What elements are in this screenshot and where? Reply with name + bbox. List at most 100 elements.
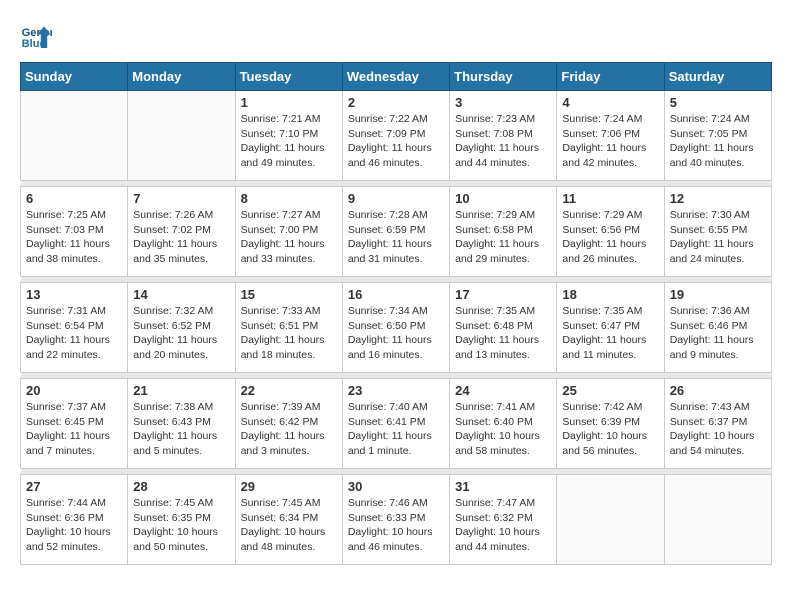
header-thursday: Thursday: [450, 63, 557, 91]
day-info: Sunrise: 7:47 AMSunset: 6:32 PMDaylight:…: [455, 496, 551, 555]
day-info: Sunrise: 7:30 AMSunset: 6:55 PMDaylight:…: [670, 208, 766, 267]
day-cell: 29Sunrise: 7:45 AMSunset: 6:34 PMDayligh…: [235, 475, 342, 565]
day-info: Sunrise: 7:33 AMSunset: 6:51 PMDaylight:…: [241, 304, 337, 363]
day-number: 5: [670, 95, 766, 110]
logo-icon: General Blue: [20, 20, 52, 52]
day-cell: 2 Sunrise: 7:22 AMSunset: 7:09 PMDaylight…: [342, 91, 449, 181]
day-number: 10: [455, 191, 551, 206]
header-tuesday: Tuesday: [235, 63, 342, 91]
day-info: Sunrise: 7:25 AMSunset: 7:03 PMDaylight:…: [26, 208, 122, 267]
day-info: Sunrise: 7:39 AMSunset: 6:42 PMDaylight:…: [241, 400, 337, 459]
day-cell: [664, 475, 771, 565]
days-header-row: SundayMondayTuesdayWednesdayThursdayFrid…: [21, 63, 772, 91]
page-header: General Blue: [20, 20, 772, 52]
header-sunday: Sunday: [21, 63, 128, 91]
week-row-3: 13 Sunrise: 7:31 AMSunset: 6:54 PMDayligh…: [21, 283, 772, 373]
day-cell: 10Sunrise: 7:29 AMSunset: 6:58 PMDayligh…: [450, 187, 557, 277]
day-cell: 17 Sunrise: 7:35 AMSunset: 6:48 PMDayligh…: [450, 283, 557, 373]
day-cell: [21, 91, 128, 181]
day-cell: 12 Sunrise: 7:30 AMSunset: 6:55 PMDayligh…: [664, 187, 771, 277]
day-number: 15: [241, 287, 337, 302]
logo: General Blue: [20, 20, 56, 52]
week-row-1: 1 Sunrise: 7:21 AMSunset: 7:10 PMDaylight…: [21, 91, 772, 181]
day-cell: 19 Sunrise: 7:36 AMSunset: 6:46 PMDayligh…: [664, 283, 771, 373]
day-info: Sunrise: 7:34 AMSunset: 6:50 PMDaylight:…: [348, 304, 444, 363]
day-cell: 8 Sunrise: 7:27 AMSunset: 7:00 PMDaylight…: [235, 187, 342, 277]
day-cell: 14 Sunrise: 7:32 AMSunset: 6:52 PMDayligh…: [128, 283, 235, 373]
day-number: 1: [241, 95, 337, 110]
day-info: Sunrise: 7:35 AMSunset: 6:47 PMDaylight:…: [562, 304, 658, 363]
day-info: Sunrise: 7:29 AMSunset: 6:56 PMDaylight:…: [562, 208, 658, 267]
day-cell: 22 Sunrise: 7:39 AMSunset: 6:42 PMDayligh…: [235, 379, 342, 469]
day-number: 20: [26, 383, 122, 398]
day-info: Sunrise: 7:24 AMSunset: 7:05 PMDaylight:…: [670, 112, 766, 171]
day-number: 19: [670, 287, 766, 302]
day-number: 7: [133, 191, 229, 206]
day-cell: 3 Sunrise: 7:23 AMSunset: 7:08 PMDaylight…: [450, 91, 557, 181]
day-info: Sunrise: 7:32 AMSunset: 6:52 PMDaylight:…: [133, 304, 229, 363]
day-cell: 15 Sunrise: 7:33 AMSunset: 6:51 PMDayligh…: [235, 283, 342, 373]
day-number: 9: [348, 191, 444, 206]
day-info: Sunrise: 7:31 AMSunset: 6:54 PMDaylight:…: [26, 304, 122, 363]
day-info: Sunrise: 7:38 AMSunset: 6:43 PMDaylight:…: [133, 400, 229, 459]
day-cell: 31Sunrise: 7:47 AMSunset: 6:32 PMDayligh…: [450, 475, 557, 565]
day-number: 12: [670, 191, 766, 206]
day-number: 17: [455, 287, 551, 302]
day-number: 14: [133, 287, 229, 302]
day-info: Sunrise: 7:23 AMSunset: 7:08 PMDaylight:…: [455, 112, 551, 171]
day-number: 4: [562, 95, 658, 110]
header-wednesday: Wednesday: [342, 63, 449, 91]
day-cell: 16 Sunrise: 7:34 AMSunset: 6:50 PMDayligh…: [342, 283, 449, 373]
day-cell: 6 Sunrise: 7:25 AMSunset: 7:03 PMDaylight…: [21, 187, 128, 277]
day-cell: [128, 91, 235, 181]
day-info: Sunrise: 7:42 AMSunset: 6:39 PMDaylight:…: [562, 400, 658, 459]
day-cell: 21 Sunrise: 7:38 AMSunset: 6:43 PMDayligh…: [128, 379, 235, 469]
day-number: 16: [348, 287, 444, 302]
day-number: 26: [670, 383, 766, 398]
day-cell: [557, 475, 664, 565]
day-cell: 11 Sunrise: 7:29 AMSunset: 6:56 PMDayligh…: [557, 187, 664, 277]
day-number: 29: [241, 479, 337, 494]
day-number: 8: [241, 191, 337, 206]
day-info: Sunrise: 7:44 AMSunset: 6:36 PMDaylight:…: [26, 496, 122, 555]
day-info: Sunrise: 7:37 AMSunset: 6:45 PMDaylight:…: [26, 400, 122, 459]
day-info: Sunrise: 7:45 AMSunset: 6:35 PMDaylight:…: [133, 496, 229, 555]
header-friday: Friday: [557, 63, 664, 91]
day-info: Sunrise: 7:46 AMSunset: 6:33 PMDaylight:…: [348, 496, 444, 555]
day-number: 2: [348, 95, 444, 110]
day-info: Sunrise: 7:26 AMSunset: 7:02 PMDaylight:…: [133, 208, 229, 267]
day-info: Sunrise: 7:43 AMSunset: 6:37 PMDaylight:…: [670, 400, 766, 459]
day-info: Sunrise: 7:40 AMSunset: 6:41 PMDaylight:…: [348, 400, 444, 459]
day-info: Sunrise: 7:36 AMSunset: 6:46 PMDaylight:…: [670, 304, 766, 363]
day-number: 13: [26, 287, 122, 302]
day-number: 11: [562, 191, 658, 206]
day-number: 21: [133, 383, 229, 398]
week-row-2: 6 Sunrise: 7:25 AMSunset: 7:03 PMDaylight…: [21, 187, 772, 277]
day-cell: 13 Sunrise: 7:31 AMSunset: 6:54 PMDayligh…: [21, 283, 128, 373]
day-info: Sunrise: 7:28 AMSunset: 6:59 PMDaylight:…: [348, 208, 444, 267]
day-info: Sunrise: 7:21 AMSunset: 7:10 PMDaylight:…: [241, 112, 337, 171]
day-cell: 23Sunrise: 7:40 AMSunset: 6:41 PMDayligh…: [342, 379, 449, 469]
day-cell: 26 Sunrise: 7:43 AMSunset: 6:37 PMDayligh…: [664, 379, 771, 469]
day-number: 6: [26, 191, 122, 206]
day-cell: 1 Sunrise: 7:21 AMSunset: 7:10 PMDaylight…: [235, 91, 342, 181]
day-number: 28: [133, 479, 229, 494]
week-row-4: 20 Sunrise: 7:37 AMSunset: 6:45 PMDayligh…: [21, 379, 772, 469]
day-cell: 28 Sunrise: 7:45 AMSunset: 6:35 PMDayligh…: [128, 475, 235, 565]
day-number: 25: [562, 383, 658, 398]
day-number: 3: [455, 95, 551, 110]
day-cell: 9 Sunrise: 7:28 AMSunset: 6:59 PMDaylight…: [342, 187, 449, 277]
day-info: Sunrise: 7:41 AMSunset: 6:40 PMDaylight:…: [455, 400, 551, 459]
day-cell: 7 Sunrise: 7:26 AMSunset: 7:02 PMDaylight…: [128, 187, 235, 277]
calendar: SundayMondayTuesdayWednesdayThursdayFrid…: [20, 62, 772, 565]
day-info: Sunrise: 7:35 AMSunset: 6:48 PMDaylight:…: [455, 304, 551, 363]
day-cell: 27Sunrise: 7:44 AMSunset: 6:36 PMDayligh…: [21, 475, 128, 565]
day-info: Sunrise: 7:24 AMSunset: 7:06 PMDaylight:…: [562, 112, 658, 171]
day-number: 22: [241, 383, 337, 398]
day-cell: 4 Sunrise: 7:24 AMSunset: 7:06 PMDaylight…: [557, 91, 664, 181]
header-monday: Monday: [128, 63, 235, 91]
day-cell: 30Sunrise: 7:46 AMSunset: 6:33 PMDayligh…: [342, 475, 449, 565]
day-info: Sunrise: 7:27 AMSunset: 7:00 PMDaylight:…: [241, 208, 337, 267]
day-info: Sunrise: 7:22 AMSunset: 7:09 PMDaylight:…: [348, 112, 444, 171]
day-cell: 24Sunrise: 7:41 AMSunset: 6:40 PMDayligh…: [450, 379, 557, 469]
